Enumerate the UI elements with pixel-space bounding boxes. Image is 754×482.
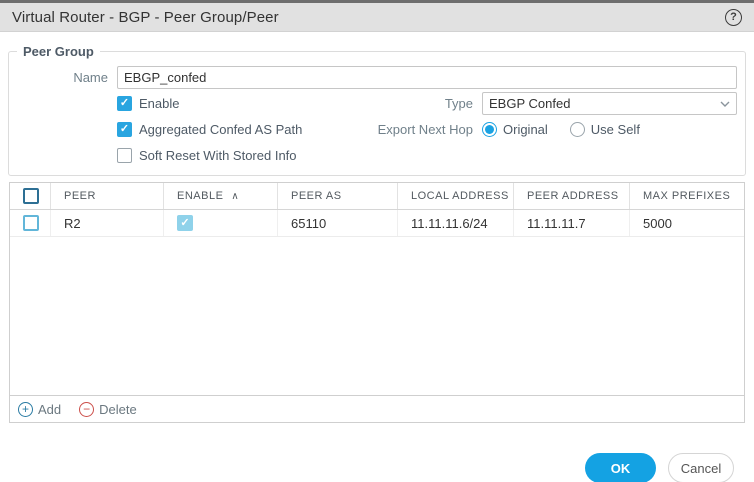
delete-button[interactable]: − Delete [79,401,137,417]
cancel-button[interactable]: Cancel [668,453,734,482]
chevron-down-icon [720,101,730,107]
name-row: Name [9,66,737,89]
ok-button[interactable]: OK [585,453,656,482]
column-header-peer-address[interactable]: PEER ADDRESS [513,183,629,209]
cell-peer-address[interactable]: 11.11.11.7 [513,210,629,236]
cell-peer[interactable]: R2 [50,210,163,236]
cell-peer-as[interactable]: 65110 [277,210,397,236]
add-plus-icon: + [18,401,33,417]
type-label: Type [444,96,473,111]
table-toolbar: + Add − Delete [10,395,744,422]
peer-group-legend: Peer Group [23,44,94,59]
select-all-checkbox[interactable] [23,188,39,204]
cell-max-prefixes[interactable]: 5000 [629,210,744,236]
soft-reset-checkbox-label: Soft Reset With Stored Info [139,148,297,163]
enabled-check-icon [177,215,193,231]
enable-checkbox-label: Enable [139,96,180,111]
dialog-title: Virtual Router - BGP - Peer Group/Peer [12,8,279,26]
type-select-value: EBGP Confed [489,96,571,111]
cell-enable[interactable] [163,210,277,236]
peer-group-fieldset: Peer Group Name Enable Type EBGP Confed [8,44,746,176]
column-header-peer[interactable]: PEER [50,183,163,209]
table-row[interactable]: R2 65110 11.11.11.6/24 11.11.11.7 5000 [10,210,744,237]
name-input[interactable] [117,66,737,89]
sort-ascending-icon: ∧ [231,190,240,202]
soft-reset-row: Soft Reset With Stored Info [9,144,737,167]
help-icon[interactable]: ? [725,8,742,26]
export-next-hop-radio-group: Original Use Self [482,122,640,137]
peers-table: PEER ENABLE ∧ PEER AS LOCAL ADDRESS PEER… [9,182,745,423]
column-header-peer-as[interactable]: PEER AS [277,183,397,209]
row-select-checkbox[interactable] [23,215,39,231]
original-radio-label: Original [503,122,548,137]
dialog-footer: OK Cancel [8,453,746,482]
aggregated-confed-checkbox[interactable] [117,122,132,137]
column-header-enable[interactable]: ENABLE ∧ [163,183,277,209]
cell-local-address[interactable]: 11.11.11.6/24 [397,210,513,236]
name-label: Name [73,70,108,85]
enable-type-row: Enable Type EBGP Confed [9,92,737,115]
type-select[interactable]: EBGP Confed [482,92,737,115]
enable-checkbox[interactable] [117,96,132,111]
original-radio[interactable] [482,122,497,137]
dialog-content: Peer Group Name Enable Type EBGP Confed [0,32,754,482]
use-self-radio-label: Use Self [590,122,640,137]
dialog-titlebar: Virtual Router - BGP - Peer Group/Peer ? [0,0,754,32]
use-self-radio[interactable] [569,122,585,137]
column-header-local-address[interactable]: LOCAL ADDRESS [397,183,513,209]
soft-reset-checkbox[interactable] [117,148,132,163]
column-header-max-prefixes[interactable]: MAX PREFIXES [629,183,744,209]
table-empty-area [10,237,744,395]
table-header-row: PEER ENABLE ∧ PEER AS LOCAL ADDRESS PEER… [10,183,744,210]
add-button[interactable]: + Add [18,401,61,417]
export-next-hop-label: Export Next Hop [377,122,473,137]
aggregated-exporthop-row: Aggregated Confed AS Path Export Next Ho… [9,118,737,141]
aggregated-confed-checkbox-label: Aggregated Confed AS Path [139,122,303,137]
delete-minus-icon: − [79,401,95,417]
